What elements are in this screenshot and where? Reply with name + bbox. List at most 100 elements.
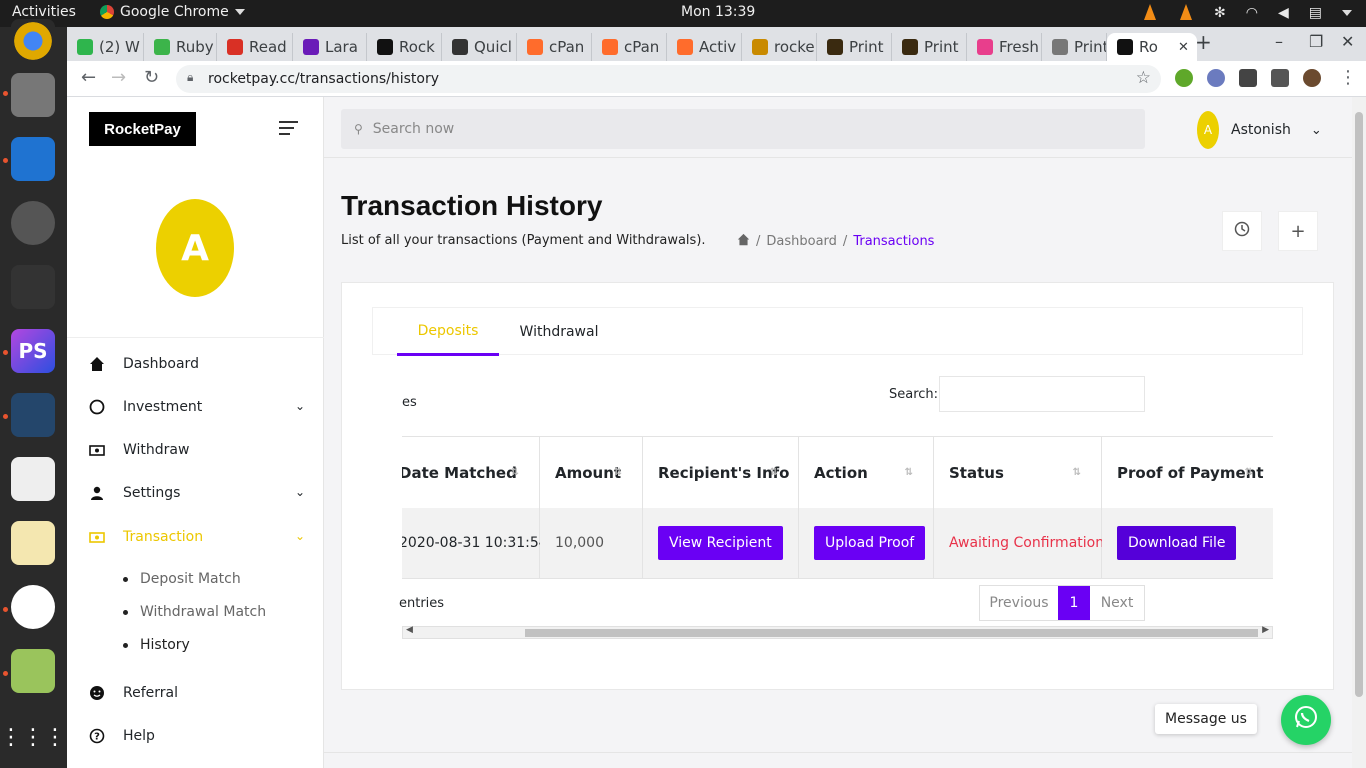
- lock-icon[interactable]: 🔒︎: [187, 70, 193, 85]
- add-button[interactable]: +: [1278, 211, 1318, 251]
- table-search-input[interactable]: [939, 376, 1145, 412]
- image-viewer-icon[interactable]: [11, 649, 55, 693]
- browser-tab[interactable]: rocke: [742, 33, 817, 61]
- logo[interactable]: RocketPay: [89, 112, 196, 146]
- forward-icon[interactable]: →: [111, 67, 126, 88]
- writer-icon[interactable]: [11, 137, 55, 181]
- browser-tab[interactable]: (2) W: [67, 33, 144, 61]
- sidebar-item-settings[interactable]: Settings ⌄: [89, 485, 305, 501]
- upload-proof-button[interactable]: Upload Proof: [814, 526, 926, 560]
- browser-tab[interactable]: cPan: [517, 33, 592, 61]
- browser-tab[interactable]: Print: [817, 33, 892, 61]
- close-tab-icon[interactable]: ✕: [1178, 40, 1189, 55]
- browser-tab[interactable]: Print: [1042, 33, 1107, 61]
- browser-tab[interactable]: Lara: [293, 33, 367, 61]
- reload-icon[interactable]: ↻: [144, 67, 159, 88]
- volume-icon[interactable]: ◀: [1278, 5, 1289, 21]
- maximize-icon[interactable]: ❐: [1309, 32, 1323, 51]
- address-bar[interactable]: 🔒︎ rocketpay.cc/transactions/history ☆: [176, 65, 1161, 93]
- home-icon[interactable]: [737, 233, 750, 250]
- minimize-icon[interactable]: –: [1275, 32, 1283, 51]
- pagination-previous[interactable]: Previous: [980, 586, 1058, 620]
- extension-download-icon[interactable]: [1175, 69, 1193, 87]
- clipboard-icon[interactable]: ▤: [1309, 5, 1322, 21]
- browser-tab[interactable]: Ruby: [144, 33, 217, 61]
- column-header[interactable]: Action ⇅: [799, 436, 934, 508]
- browser-tab[interactable]: Fresh: [967, 33, 1042, 61]
- clapper-icon[interactable]: [11, 265, 55, 309]
- scrollbar-thumb[interactable]: [1355, 112, 1363, 697]
- sidebar-item-referral[interactable]: Referral: [89, 685, 305, 701]
- sidebar-subitem-withdrawal-match[interactable]: Withdrawal Match: [123, 604, 266, 620]
- wifi-icon[interactable]: ◠: [1246, 5, 1258, 21]
- evince-icon[interactable]: [11, 457, 55, 501]
- sidebar-item-dashboard[interactable]: Dashboard: [89, 356, 305, 372]
- sidebar-item-withdraw[interactable]: Withdraw: [89, 442, 305, 458]
- slack-tray-icon[interactable]: ✻: [1214, 5, 1226, 21]
- page-scrollbar[interactable]: [1352, 97, 1366, 768]
- close-window-icon[interactable]: ✕: [1341, 32, 1354, 51]
- clock[interactable]: Mon 13:39: [681, 4, 755, 20]
- breadcrumb-separator: /: [842, 234, 848, 249]
- search-input[interactable]: ⚲ Search now: [341, 109, 1145, 149]
- new-tab-icon[interactable]: +: [1195, 30, 1212, 54]
- whatsapp-chat-button[interactable]: [1281, 695, 1331, 745]
- reading-list-icon[interactable]: [1239, 69, 1257, 87]
- sidebar-subitem-deposit-match[interactable]: Deposit Match: [123, 571, 241, 587]
- slack-icon[interactable]: [11, 585, 55, 629]
- breadcrumb-dashboard[interactable]: Dashboard: [766, 234, 837, 249]
- download-file-button[interactable]: Download File: [1117, 526, 1237, 560]
- column-header[interactable]: Recipient's Info ⇅: [643, 436, 799, 508]
- text-editor-icon[interactable]: [11, 521, 55, 565]
- chrome-dock-icon[interactable]: [11, 19, 55, 63]
- extensions-puzzle-icon[interactable]: [1271, 69, 1289, 87]
- app-menu[interactable]: Google Chrome: [100, 4, 245, 20]
- files-icon[interactable]: [11, 73, 55, 117]
- browser-tab[interactable]: Rock: [367, 33, 442, 61]
- view-recipient-button[interactable]: View Recipient: [658, 526, 783, 560]
- entries-info: entries: [399, 596, 445, 611]
- scroll-right-icon[interactable]: ▶: [1262, 625, 1269, 635]
- history-button[interactable]: [1222, 211, 1262, 251]
- browser-tab[interactable]: Activ: [667, 33, 742, 61]
- hamburger-menu-icon[interactable]: [279, 121, 298, 139]
- activities-button[interactable]: Activities: [12, 4, 76, 20]
- tab-deposits[interactable]: Deposits: [397, 308, 499, 356]
- vlc-icon[interactable]: [1178, 4, 1194, 22]
- browser-tab[interactable]: Read: [217, 33, 293, 61]
- browser-tab[interactable]: Quicl: [442, 33, 517, 61]
- sidebar-item-help[interactable]: ? Help: [89, 728, 305, 744]
- back-icon[interactable]: ←: [81, 67, 96, 88]
- browser-tab[interactable]: cPan: [592, 33, 667, 61]
- pagination-page[interactable]: 1: [1058, 586, 1090, 620]
- browser-menu-icon[interactable]: ⋮: [1339, 67, 1357, 88]
- pagination-next[interactable]: Next: [1090, 586, 1144, 620]
- phpstorm-icon[interactable]: PS: [11, 329, 55, 373]
- horizontal-scrollbar[interactable]: ◀ ▶: [402, 625, 1273, 639]
- sidebar-item-investment[interactable]: Investment ⌄: [89, 399, 305, 415]
- subitem-label: History: [140, 637, 190, 653]
- browser-tab[interactable]: Print: [892, 33, 967, 61]
- tab-favicon-icon: [602, 39, 618, 55]
- tab-withdrawal[interactable]: Withdrawal: [509, 308, 609, 356]
- profile-avatar[interactable]: [1303, 69, 1321, 87]
- column-header[interactable]: Date Matched ⇅: [402, 436, 540, 508]
- system-tray[interactable]: ✻ ◠ ◀ ▤: [1142, 4, 1352, 22]
- scrollbar-thumb[interactable]: [525, 629, 1258, 637]
- chevron-down-icon[interactable]: [1342, 10, 1352, 16]
- scroll-left-icon[interactable]: ◀: [406, 625, 413, 635]
- column-header[interactable]: Status ⇅: [934, 436, 1102, 508]
- speaker-app-icon[interactable]: [11, 201, 55, 245]
- sidebar-subitem-history[interactable]: History: [123, 637, 190, 653]
- extension-icon[interactable]: [1207, 69, 1225, 87]
- mysql-workbench-icon[interactable]: [11, 393, 55, 437]
- sidebar-item-transaction[interactable]: Transaction ⌄: [89, 529, 305, 545]
- browser-tab[interactable]: Ro ✕: [1107, 33, 1197, 61]
- column-header[interactable]: Proof of Payment ⇅: [1102, 436, 1273, 508]
- vlc-icon[interactable]: [1142, 4, 1158, 22]
- show-apps-icon[interactable]: ⋮⋮⋮: [0, 715, 66, 759]
- chat-label[interactable]: Message us: [1155, 704, 1257, 734]
- column-header[interactable]: Amount ⇅: [540, 436, 643, 508]
- bookmark-star-icon[interactable]: ☆: [1136, 68, 1151, 88]
- user-menu[interactable]: A Astonish ⌄: [1197, 111, 1322, 149]
